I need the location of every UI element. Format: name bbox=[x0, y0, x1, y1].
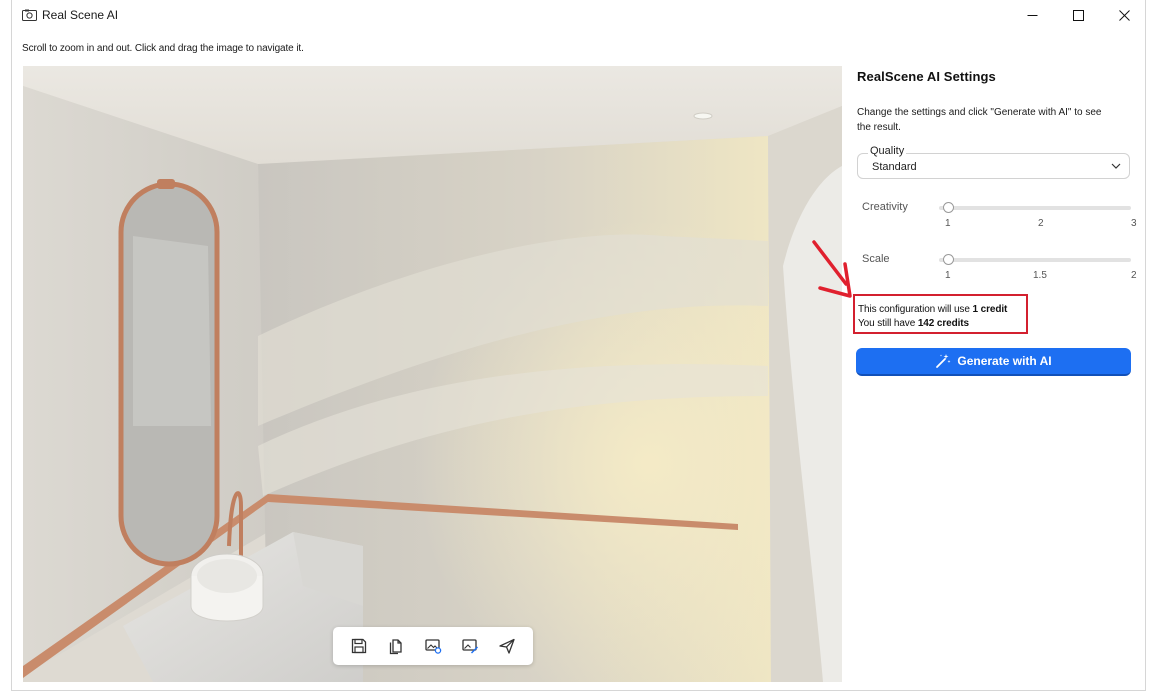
quality-label: Quality bbox=[868, 145, 907, 157]
creativity-slider[interactable] bbox=[939, 206, 1131, 210]
scale-tick: 2 bbox=[1131, 270, 1137, 281]
image-edit-button[interactable] bbox=[458, 634, 482, 658]
window-title: Real Scene AI bbox=[42, 8, 119, 22]
creativity-label: Creativity bbox=[862, 201, 908, 213]
quality-value: Standard bbox=[872, 161, 917, 173]
panel-description: Change the settings and click "Generate … bbox=[857, 107, 1102, 133]
copy-button[interactable] bbox=[384, 634, 408, 658]
close-button[interactable] bbox=[1101, 0, 1147, 31]
credit-usage-value: 1 credit bbox=[972, 304, 1008, 315]
quality-select[interactable]: Quality Standard bbox=[857, 145, 1130, 179]
scale-slider-thumb[interactable] bbox=[943, 254, 954, 265]
navigation-hint: Scroll to zoom in and out. Click and dra… bbox=[22, 43, 304, 54]
chevron-down-icon bbox=[1111, 163, 1121, 169]
title-bar: Real Scene AI bbox=[12, 0, 1145, 31]
image-settings-button[interactable] bbox=[421, 634, 445, 658]
image-edit-icon bbox=[462, 639, 478, 654]
annotation-arrow-icon bbox=[812, 240, 852, 298]
send-icon bbox=[498, 638, 515, 654]
camera-icon bbox=[22, 9, 37, 21]
save-icon bbox=[352, 638, 367, 654]
bathroom-render-image bbox=[23, 66, 842, 682]
copy-icon bbox=[390, 639, 402, 655]
app-window: Real Scene AI Scroll to zoom in and out.… bbox=[11, 0, 1146, 691]
creativity-tick: 3 bbox=[1131, 218, 1137, 229]
generate-with-ai-button[interactable]: Generate with AI bbox=[856, 348, 1131, 376]
maximize-button[interactable] bbox=[1055, 0, 1101, 31]
render-viewport[interactable] bbox=[23, 66, 842, 682]
creativity-tick: 1 bbox=[945, 218, 951, 229]
credit-balance-line: You still have 142 credits bbox=[858, 318, 969, 329]
image-toolbar bbox=[333, 627, 533, 665]
minimize-icon bbox=[1027, 15, 1037, 16]
close-icon bbox=[1118, 10, 1130, 21]
send-button[interactable] bbox=[495, 634, 519, 658]
image-settings-icon bbox=[425, 639, 442, 654]
creativity-tick: 2 bbox=[1038, 218, 1044, 229]
scale-tick: 1.5 bbox=[1033, 270, 1047, 281]
save-button[interactable] bbox=[347, 634, 371, 658]
minimize-button[interactable] bbox=[1009, 0, 1055, 31]
scale-tick: 1 bbox=[945, 270, 951, 281]
credit-info-box: This configuration will use 1 credit You… bbox=[853, 294, 1028, 334]
scale-slider[interactable] bbox=[939, 258, 1131, 262]
credit-balance-value: 142 credits bbox=[917, 318, 969, 329]
scale-label: Scale bbox=[862, 253, 890, 265]
maximize-icon bbox=[1072, 10, 1084, 21]
panel-title: RealScene AI Settings bbox=[857, 69, 996, 84]
generate-button-label: Generate with AI bbox=[957, 354, 1052, 368]
magic-wand-icon bbox=[936, 354, 951, 368]
credit-usage-line: This configuration will use 1 credit bbox=[858, 304, 1008, 315]
creativity-slider-thumb[interactable] bbox=[943, 202, 954, 213]
